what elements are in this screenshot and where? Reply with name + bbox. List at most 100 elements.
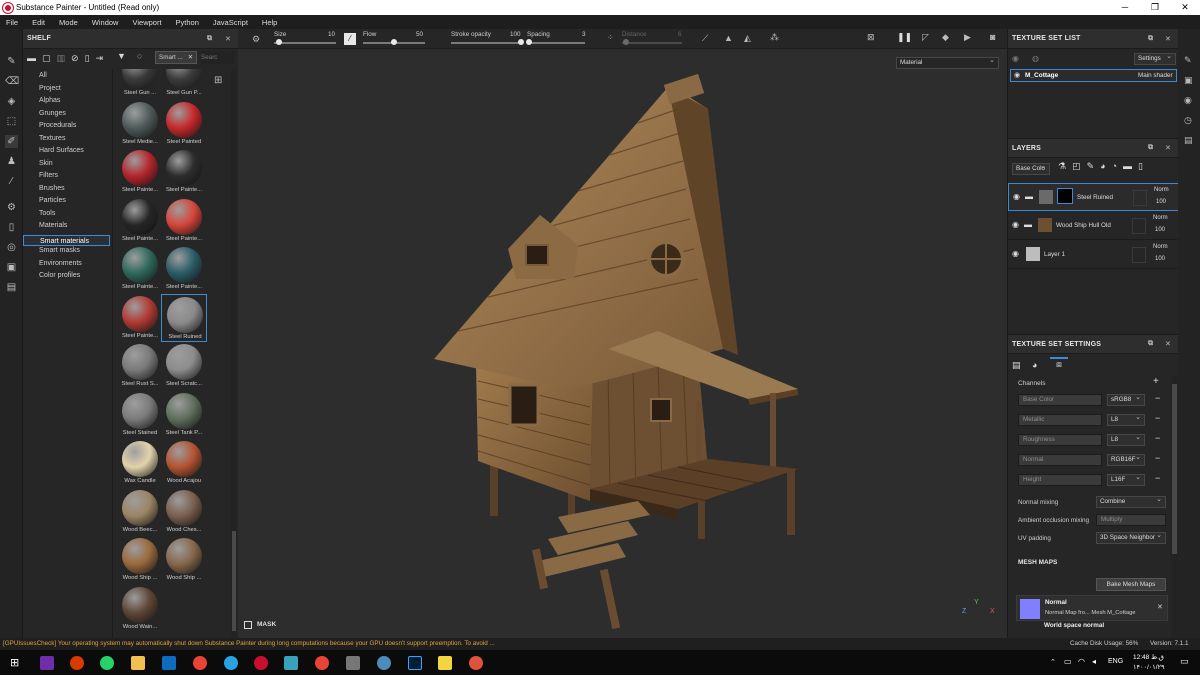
material-thumbnail[interactable]: Steel Painte... [161,245,207,293]
app-viewer-icon[interactable] [346,656,360,670]
maya-icon[interactable] [284,656,298,670]
layer-effect-slot[interactable] [1132,218,1146,234]
layer-visibility-icon[interactable]: ◉ [1013,192,1020,201]
shelf-category-item[interactable]: Skin [39,160,53,167]
pause-icon[interactable]: ❚❚ [897,32,912,43]
uv-padding-select[interactable]: 3D Space Neighbor [1096,531,1166,544]
wifi-icon[interactable]: ◠ [1078,657,1085,666]
menu-file[interactable]: File [6,18,18,27]
material-thumbnail[interactable]: Steel Rust S... [117,342,163,390]
shelf-category-item[interactable]: Environments [39,260,82,267]
document-icon[interactable]: ▤ [5,281,18,294]
shelf-category-item[interactable]: Filters [39,172,58,179]
layer-blend-mode[interactable]: Norm [1154,187,1169,193]
spacing-slider[interactable] [527,42,585,44]
folder-icon[interactable]: ▬ [27,53,36,63]
windows-start-icon[interactable]: ⊞ [10,656,19,669]
remove-channel-icon[interactable]: − [1155,413,1160,423]
tss-tab-uv-icon[interactable]: ⧈ [1050,357,1068,373]
channel-format-select[interactable]: L16F [1107,473,1145,486]
video-icon[interactable]: ▶ [964,32,971,43]
remove-channel-icon[interactable]: − [1155,393,1160,403]
delete-layer-icon[interactable]: ▯ [1138,161,1143,175]
shelf-category-item[interactable]: Particles [39,197,66,204]
shelf-category-item[interactable]: Brushes [39,185,65,192]
display-2d-icon[interactable]: ◸ [922,32,929,43]
material-thumbnail[interactable]: Steel Gun P... [161,69,207,99]
stroke-opacity-knob[interactable] [518,39,524,45]
layer-row[interactable]: ◉ Layer 1 Norm 100 [1008,241,1179,269]
spacing-value[interactable]: 3 [582,31,586,38]
isolate-icon[interactable]: ◍ [1032,54,1039,63]
app-p-icon[interactable] [70,656,84,670]
close-window-button[interactable]: ✕ [1170,0,1200,15]
remove-channel-icon[interactable]: − [1155,473,1160,483]
layer-blend-mode[interactable]: Norm [1153,244,1168,250]
layer-effect-slot[interactable] [1133,190,1147,206]
mirror-icon[interactable]: ◭ [744,33,751,44]
projection-icon[interactable]: ◈ [5,95,18,108]
shelf-scrollbar[interactable] [231,69,237,638]
circle-icon[interactable]: ○ [137,51,142,61]
material-thumbnail[interactable]: Steel Painte... [117,148,163,196]
float-icon[interactable]: ⧉ [1148,144,1153,152]
log-icon[interactable]: ▤ [1184,135,1193,146]
shelf-search-input[interactable] [201,51,235,64]
flow-value[interactable]: 50 [416,31,423,38]
channel-format-select[interactable]: RGB16F [1107,453,1145,466]
filter-icon[interactable]: ▼ [117,51,126,61]
menu-window[interactable]: Window [92,18,119,27]
chrome-2-icon[interactable] [315,656,329,670]
material-thumbnail[interactable]: Steel Painte... [117,197,163,245]
menu-viewport[interactable]: Viewport [132,18,161,27]
whatsapp-icon[interactable] [100,656,114,670]
shelf-category-item[interactable]: Project [39,85,61,92]
menu-edit[interactable]: Edit [32,18,45,27]
hide-layers-icon[interactable]: ⊠ [867,32,875,43]
remove-tag-icon[interactable]: ✕ [188,52,193,63]
bake-mesh-maps-button[interactable]: Bake Mesh Maps [1096,578,1166,591]
sticky-notes-icon[interactable] [438,656,452,670]
layer-opacity[interactable]: 100 [1155,256,1165,262]
material-thumbnail[interactable]: Steel Painte... [161,148,207,196]
close-icon[interactable]: ✕ [1165,340,1171,348]
material-thumbnail[interactable]: Wood Wain... [117,585,163,633]
bake-icon[interactable]: ▯ [5,221,18,234]
stroke-opacity-value[interactable]: 100 [510,31,521,38]
polygon-fill-icon[interactable]: ⬚ [5,115,18,128]
shelf-category-item[interactable]: Procedurals [39,122,76,129]
language-indicator[interactable]: ENG [1108,658,1123,665]
layer-channel-select[interactable]: Base Colo [1012,162,1050,175]
trash-icon[interactable]: ▯ [85,53,90,64]
material-thumbnail[interactable]: Steel Gun ... [117,69,163,99]
display-icon[interactable]: ◎ [5,241,18,254]
add-mask-icon[interactable]: ◰ [1072,161,1081,175]
visibility-icon[interactable]: ◉ [1012,54,1019,63]
material-thumbnail[interactable]: Wood Ches... [161,488,207,536]
shelf-category-item[interactable]: Alphas [39,97,60,104]
add-material-icon[interactable]: ◔ [1112,161,1117,175]
layer-visibility-icon[interactable]: ◉ [1012,220,1019,229]
material-thumbnail[interactable]: Wood Acajou [161,439,207,487]
clock-time[interactable]: 12:48 ق.ظ [1133,653,1164,661]
ao-mixing-field[interactable]: Multiply [1096,514,1166,526]
size-value[interactable]: 10 [328,31,335,38]
remove-channel-icon[interactable]: − [1155,433,1160,443]
save-icon[interactable]: ▥ [57,53,66,64]
layer-opacity[interactable]: 100 [1156,199,1166,205]
material-thumbnail[interactable]: Wood Ship ... [117,536,163,584]
layer-opacity[interactable]: 100 [1155,227,1165,233]
clone-stamp-icon[interactable]: ♟ [5,155,18,168]
layer-effect-slot[interactable] [1132,247,1146,263]
layer-blend-mode[interactable]: Norm [1153,215,1168,221]
mask-checkbox[interactable] [244,621,252,629]
smudge-icon[interactable]: ✐ [5,135,18,148]
close-icon[interactable]: ✕ [1165,35,1171,43]
photoshop-icon[interactable] [408,656,422,670]
remove-mesh-map-icon[interactable]: ✕ [1157,603,1163,611]
material-thumbnail[interactable]: Steel Medie... [117,100,163,148]
material-thumbnail[interactable]: Steel Stained [117,391,163,439]
brush-settings-icon[interactable]: ⚙ [252,34,260,45]
shelf-category-item[interactable]: Grunges [39,110,66,117]
chrome-3-icon[interactable] [377,656,391,670]
